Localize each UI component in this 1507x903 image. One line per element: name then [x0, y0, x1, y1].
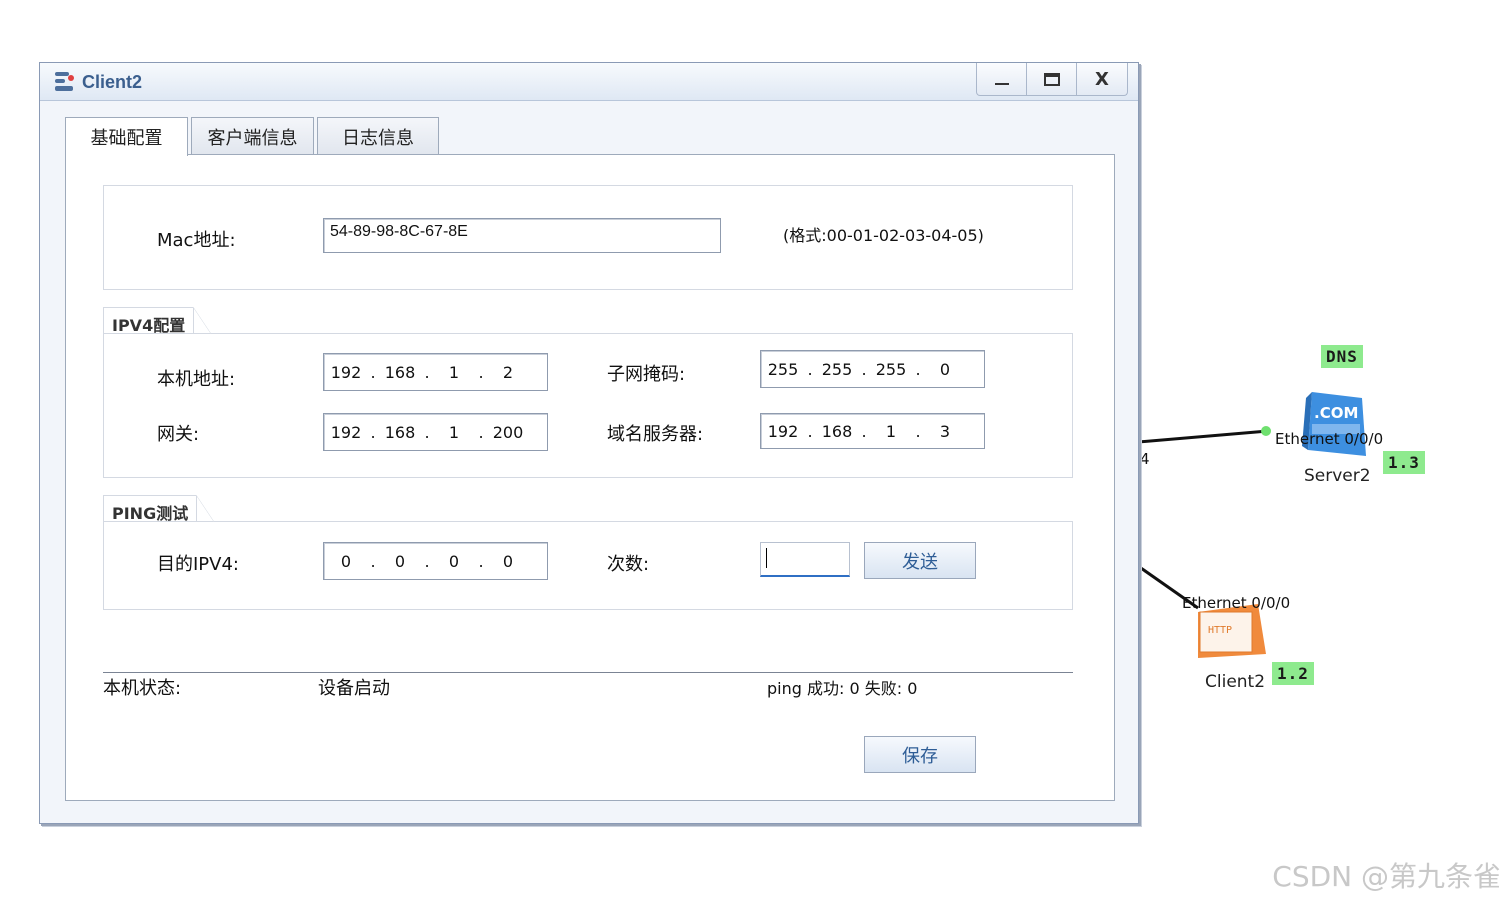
dest-octet-3: 0: [448, 551, 460, 571]
ip-dot: .: [478, 422, 484, 442]
save-button[interactable]: 保存: [864, 736, 976, 773]
server-port-label: Ethernet 0/0/0: [1275, 430, 1384, 448]
local-address-input[interactable]: 192. 168. 1. 2: [323, 353, 548, 391]
maximize-button[interactable]: [1027, 63, 1077, 95]
client-app-icon: [55, 72, 74, 91]
minimize-button[interactable]: [977, 63, 1027, 95]
server-name-label: Server2: [1304, 466, 1371, 486]
basic-config-panel: Mac地址: 54-89-98-8C-67-8E (格式:00-01-02-03…: [65, 154, 1115, 801]
window-title: Client2: [82, 72, 143, 92]
dest-octet-1: 0: [340, 551, 352, 571]
mask-octet-2: 255: [821, 359, 853, 379]
text-caret: [766, 548, 767, 568]
ip-dot: .: [424, 362, 430, 382]
ping-count-input[interactable]: [760, 542, 850, 577]
local-octet-4: 2: [502, 362, 514, 382]
mask-octet-4: 0: [939, 359, 951, 379]
ip-dot: .: [807, 421, 813, 441]
server-ip-tag: 1.3: [1383, 451, 1425, 474]
client-ip-tag: 1.2: [1272, 662, 1314, 685]
local-octet-2: 168: [384, 362, 416, 382]
ip-dot: .: [861, 359, 867, 379]
subnet-mask-label: 子网掩码:: [607, 364, 686, 385]
gateway-octet-4: 200: [492, 422, 524, 442]
ping-destination-label: 目的IPV4:: [157, 554, 239, 575]
client-icon-text: HTTP: [1208, 625, 1232, 636]
title-bar[interactable]: Client2 X: [40, 63, 1138, 101]
ip-dot: .: [424, 422, 430, 442]
ping-legend: PING测试: [103, 495, 215, 523]
ip-dot: .: [915, 421, 921, 441]
gateway-octet-1: 192: [330, 422, 362, 442]
gateway-label: 网关:: [157, 424, 200, 445]
local-address-label: 本机地址:: [157, 369, 236, 390]
gateway-octet-3: 1: [448, 422, 460, 442]
mac-address-input[interactable]: 54-89-98-8C-67-8E: [323, 218, 721, 253]
ip-dot: .: [370, 422, 376, 442]
local-octet-1: 192: [330, 362, 362, 382]
ping-result-text: ping 成功: 0 失败: 0: [767, 679, 918, 698]
server-service-tag: DNS: [1321, 345, 1363, 368]
watermark: CSDN @第九条雀: [1272, 860, 1501, 893]
mask-octet-3: 255: [875, 359, 907, 379]
local-octet-3: 1: [448, 362, 460, 382]
mac-label: Mac地址:: [157, 230, 236, 251]
edge-label: 4: [1140, 450, 1150, 468]
dns-server-input[interactable]: 192. 168. 1. 3: [760, 413, 985, 449]
subnet-mask-input[interactable]: 255. 255. 255. 0: [760, 350, 985, 388]
ip-dot: .: [424, 551, 430, 571]
ipv4-legend: IPV4配置: [103, 307, 212, 335]
tab-log-info[interactable]: 日志信息: [317, 117, 439, 155]
link-server-port-dot: [1261, 426, 1271, 436]
ip-dot: .: [915, 359, 921, 379]
server-icon-text: .COM: [1314, 404, 1358, 422]
dest-octet-2: 0: [394, 551, 406, 571]
dns-octet-2: 168: [821, 421, 853, 441]
tab-client-info[interactable]: 客户端信息: [191, 117, 314, 155]
minimize-icon: [994, 83, 1009, 85]
ping-count-label: 次数:: [607, 554, 650, 575]
maximize-icon: [1043, 72, 1060, 86]
dns-octet-1: 192: [767, 421, 799, 441]
close-button[interactable]: X: [1077, 63, 1127, 95]
status-value: 设备启动: [318, 678, 390, 699]
dns-server-label: 域名服务器:: [607, 424, 704, 445]
ip-dot: .: [807, 359, 813, 379]
ip-dot: .: [861, 421, 867, 441]
ip-dot: .: [370, 362, 376, 382]
ip-dot: .: [370, 551, 376, 571]
send-button[interactable]: 发送: [864, 542, 976, 579]
status-label: 本机状态:: [103, 678, 182, 699]
client-config-window: Client2 X 基础配置 客户端信息 日志信息 Mac地址: 54-89-9…: [39, 62, 1139, 824]
gateway-octet-2: 168: [384, 422, 416, 442]
gateway-input[interactable]: 192. 168. 1. 200: [323, 413, 548, 451]
ip-dot: .: [478, 551, 484, 571]
link-server: [1137, 429, 1269, 444]
window-controls: X: [976, 63, 1128, 96]
client-icon[interactable]: HTTP: [1198, 604, 1266, 658]
tab-basic-config[interactable]: 基础配置: [65, 117, 188, 156]
client-port-label: Ethernet 0/0/0: [1182, 594, 1291, 612]
mac-format-hint: (格式:00-01-02-03-04-05): [783, 226, 984, 245]
ip-dot: .: [478, 362, 484, 382]
dest-octet-4: 0: [502, 551, 514, 571]
ping-destination-input[interactable]: 0. 0. 0. 0: [323, 542, 548, 580]
dns-octet-4: 3: [939, 421, 951, 441]
mask-octet-1: 255: [767, 359, 799, 379]
dns-octet-3: 1: [885, 421, 897, 441]
status-divider: [103, 672, 1073, 673]
client-name-label: Client2: [1205, 672, 1266, 692]
